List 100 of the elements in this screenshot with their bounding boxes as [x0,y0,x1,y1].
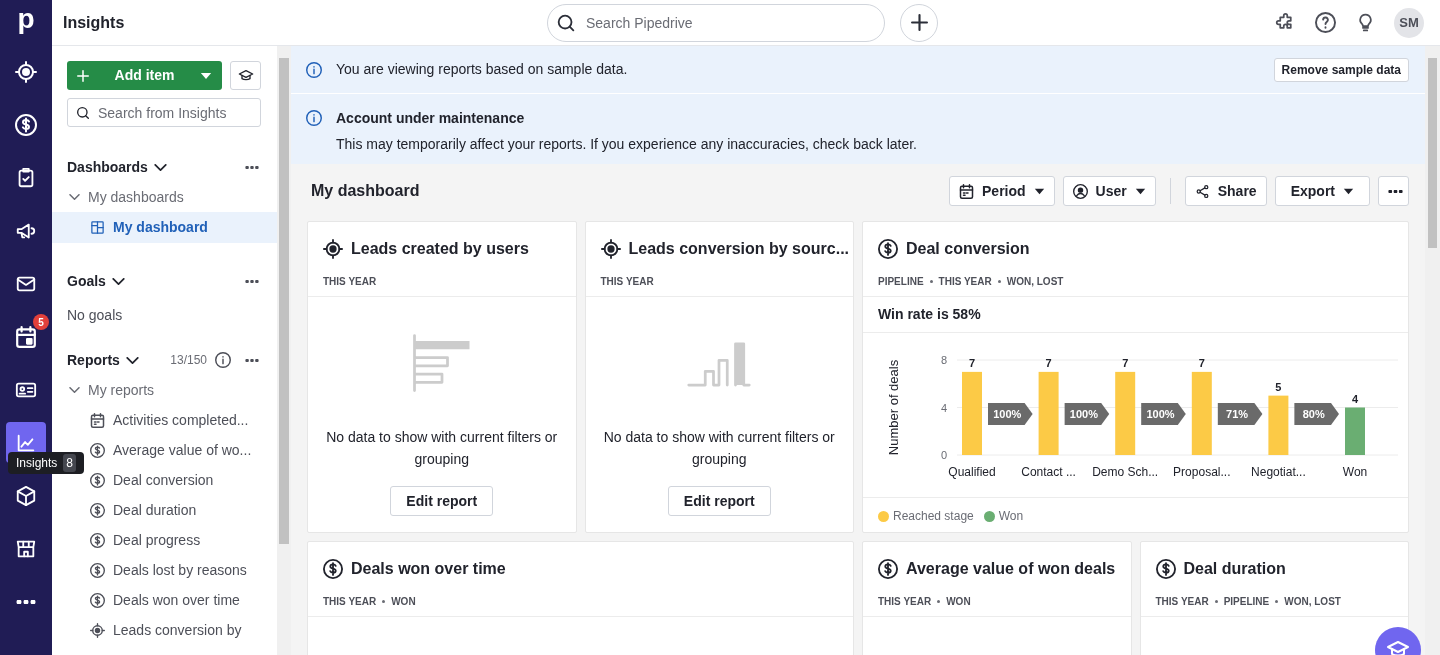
axis-label: Contact ... [1021,465,1076,479]
legend-label: Reached stage [893,508,974,525]
banner-text: You are viewing reports based on sample data. [336,60,628,79]
more-button[interactable] [245,279,259,283]
conversion-arrow: 100% [1064,403,1110,425]
dollar-icon [90,532,105,548]
more-icon [245,279,259,283]
dashboard-title: My dashboard [311,181,420,201]
more-icon [245,358,259,362]
data-label: 4 [1351,392,1359,405]
report-item[interactable]: Deals lost by reasons [52,558,247,582]
export-button[interactable]: Export [1274,176,1370,206]
section-toggle[interactable]: Dashboards [67,156,167,178]
user-filter[interactable]: User [1062,176,1156,206]
remove-sample-data-button[interactable]: Remove sample data [1273,57,1409,82]
dollar-icon [90,472,105,488]
conversion-arrow: 71% [1217,403,1263,425]
scrollbar-thumb[interactable] [1428,58,1437,248]
conversion-arrow: 80% [1294,403,1339,425]
dollar-icon [15,113,37,136]
info-icon [306,61,322,78]
banner-title: Account under maintenance [336,109,526,128]
calendar-icon [90,412,105,428]
nav-button[interactable]: 5 [6,316,46,357]
conversion-arrow: 100% [1141,403,1186,425]
calendar-icon [959,183,974,199]
legend-label: Won [998,508,1024,525]
axis-label: Won [1342,465,1368,479]
caret-icon [1134,187,1146,195]
empty-message: No goals [66,306,124,325]
section-toggle[interactable]: Goals [67,270,125,292]
dollar-icon [878,239,898,259]
report-item[interactable]: Leads conversion by [52,618,242,642]
tree-group[interactable]: My reports [52,378,155,402]
filter-tag: THIS YEAR [323,274,377,289]
caret-icon [1343,187,1354,195]
annotation: 100% [1069,408,1099,420]
dollar-icon [323,559,343,579]
notification-badge: 5 [33,314,49,330]
tree-group[interactable]: My dashboards [52,185,184,209]
filter-tag: WON, LOST [1284,594,1341,609]
annotation: 100% [993,408,1022,420]
caret-icon [200,71,212,80]
plus-icon [910,14,928,31]
axis-tick-label: 4 [940,401,947,414]
dollar-icon [90,442,105,458]
empty-state-message: No data to show with current filters or grouping [325,428,559,469]
more-button[interactable] [245,165,259,169]
share-button[interactable]: Share [1184,176,1267,206]
report-item[interactable]: Deal progress [52,528,201,552]
user-icon [1072,183,1088,199]
logo[interactable]: p [16,6,36,32]
more-button[interactable] [245,358,259,362]
search-field[interactable]: Search Pipedrive [547,3,885,42]
search-field[interactable]: Search from Insights [67,98,261,127]
report-item[interactable]: Deals won over time [52,588,240,612]
report-item[interactable]: Activities completed... [52,408,249,432]
filter-tag: WON [391,594,416,609]
dollar-icon [878,559,898,579]
filter-tag: THIS YEAR [323,594,377,609]
chevron-down-icon [69,387,80,393]
share-icon [1194,183,1210,199]
graduation-cap-icon [1386,638,1410,655]
chevron-down-icon [69,194,80,200]
info-icon [215,352,231,368]
filter-tag: THIS YEAR [1155,594,1209,609]
empty-state-message: No data to show with current filters or grouping [602,428,836,469]
scrollbar-thumb[interactable] [279,58,289,544]
avatar[interactable]: SM [1394,7,1424,38]
axis-title: Number of deals [886,359,901,456]
help-button[interactable] [1314,11,1336,34]
more-icon [245,165,259,169]
add-item-button[interactable]: Add item [67,61,222,90]
card-title: Deal conversion [906,239,1030,259]
dollar-icon [90,592,105,608]
axis-tick-label: 8 [940,354,947,366]
dashboard-item[interactable]: My dashboard [52,212,277,243]
dollar-icon [90,562,105,578]
filter-tag: WON [946,594,971,609]
target-icon [90,622,105,638]
filter-tag: PIPELINE [1223,594,1270,609]
filter-tag: THIS YEAR [600,274,654,289]
edit-report-button[interactable]: Edit report [390,486,494,516]
edit-report-button[interactable]: Edit report [667,486,771,516]
data-label: 7 [1198,356,1205,369]
report-item[interactable]: Deal duration [52,498,197,522]
annotation: 71% [1226,408,1249,420]
section-toggle[interactable]: Reports [67,349,139,371]
dollar-icon [1155,559,1176,579]
more-button[interactable] [1378,176,1409,206]
target-icon [15,60,37,83]
annotation: 100% [1146,408,1175,420]
bar [1345,407,1365,455]
axis-label: Demo Sch... [1092,465,1159,479]
learning-button[interactable] [230,61,261,90]
bar [1268,395,1289,455]
calendar-icon [15,325,37,348]
period-filter[interactable]: Period [949,176,1055,206]
card-title: Average value of won deals [906,559,1116,579]
data-label: 7 [968,356,976,369]
